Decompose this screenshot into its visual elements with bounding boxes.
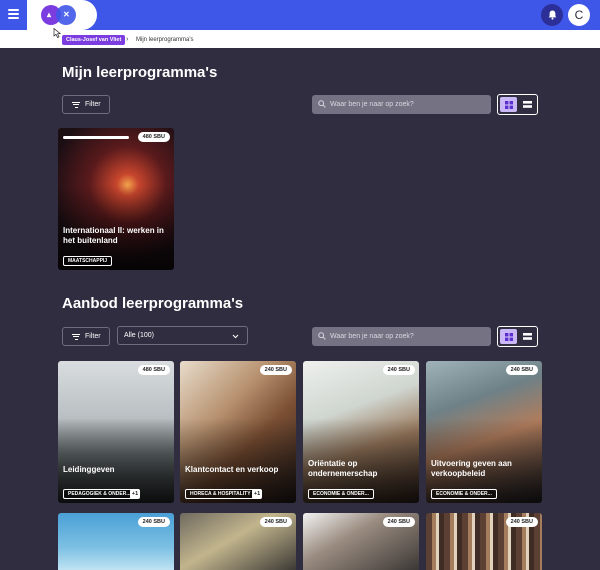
- filter-icon: [72, 100, 80, 109]
- breadcrumb: Claus-Josef van Vliet › Mijn leerprogram…: [0, 30, 600, 48]
- menu-icon[interactable]: [8, 9, 19, 19]
- category-tag: MAATSCHAPPIJ: [63, 256, 113, 266]
- program-card[interactable]: 480 SBU Internationaal II: werken in het…: [58, 128, 174, 270]
- filter-label: Filter: [85, 333, 101, 340]
- progress-bar: [63, 136, 129, 139]
- bell-icon[interactable]: [541, 4, 563, 26]
- sbu-badge: 240 SBU: [382, 517, 415, 527]
- sbu-badge: 240 SBU: [259, 517, 292, 527]
- more-tags-badge: +1: [252, 489, 262, 499]
- category-tag: ECONOMIE & ONDER...: [431, 489, 497, 499]
- offer-filter-button[interactable]: Filter: [62, 327, 110, 346]
- logo-icon[interactable]: ▴ ✕: [27, 0, 97, 30]
- breadcrumb-separator: ›: [126, 36, 129, 43]
- category-tag: HORECA & HOSPITALITY: [185, 489, 256, 499]
- cursor-icon: [53, 28, 62, 38]
- avatar[interactable]: C: [568, 4, 590, 26]
- program-card-title: Oriëntatie op ondernemerschap: [308, 459, 378, 478]
- filter-icon: [72, 332, 80, 341]
- program-card-title: Internationaal II: werken in het buitenl…: [63, 226, 164, 245]
- search-placeholder: Waar ben je naar op zoek?: [330, 101, 414, 108]
- my-programs-view-toggle: [497, 94, 538, 115]
- search-placeholder: Waar ben je naar op zoek?: [330, 333, 414, 340]
- grid-view-icon[interactable]: [500, 329, 517, 344]
- breadcrumb-user-chip[interactable]: Claus-Josef van Vliet: [62, 35, 126, 45]
- program-card[interactable]: 240 SBU: [58, 513, 174, 570]
- program-card[interactable]: 240 SBU: [303, 513, 419, 570]
- program-card-title: Leidinggeven: [63, 465, 115, 474]
- my-programs-search-input[interactable]: Waar ben je naar op zoek?: [312, 95, 491, 114]
- search-icon: [318, 100, 326, 108]
- program-card[interactable]: 240 SBU Oriëntatie op ondernemerschap EC…: [303, 361, 419, 503]
- program-card[interactable]: 240 SBU Klantcontact en verkoop HORECA &…: [180, 361, 296, 503]
- list-view-icon[interactable]: [519, 97, 536, 112]
- category-tag: ECONOMIE & ONDER...: [308, 489, 374, 499]
- sbu-badge: 240 SBU: [382, 365, 415, 375]
- offer-search-input[interactable]: Waar ben je naar op zoek?: [312, 327, 491, 346]
- program-card[interactable]: 480 SBU Leidinggeven PEDAGOGIEK & ONDER.…: [58, 361, 174, 503]
- offer-view-toggle: [497, 326, 538, 347]
- list-view-icon[interactable]: [519, 329, 536, 344]
- breadcrumb-current: Mijn leerprogramma's: [136, 37, 194, 43]
- program-card-title: Klantcontact en verkoop: [185, 465, 279, 474]
- select-value: Alle (100): [124, 332, 154, 339]
- program-card[interactable]: 240 SBU Uitvoering geven aan verkoopbele…: [426, 361, 542, 503]
- search-icon: [318, 332, 326, 340]
- more-tags-badge: +1: [130, 489, 140, 499]
- category-tag: PEDAGOGIEK & ONDER...: [63, 489, 136, 499]
- sbu-badge: 240 SBU: [505, 365, 538, 375]
- sbu-badge: 480 SBU: [137, 132, 170, 142]
- chevron-down-icon: [232, 334, 239, 339]
- offer-programs-title: Aanbod leerprogramma's: [62, 295, 244, 312]
- filter-label: Filter: [85, 101, 101, 108]
- sbu-badge: 240 SBU: [137, 517, 170, 527]
- program-card[interactable]: 240 SBU: [180, 513, 296, 570]
- sbu-badge: 240 SBU: [505, 517, 538, 527]
- top-navigation-bar: ▴ ✕ C: [0, 0, 600, 30]
- my-programs-title: Mijn leerprogramma's: [62, 64, 218, 81]
- offer-category-select[interactable]: Alle (100): [117, 326, 248, 345]
- program-card-title: Uitvoering geven aan verkoopbeleid: [431, 459, 512, 478]
- sbu-badge: 240 SBU: [259, 365, 292, 375]
- my-programs-filter-button[interactable]: Filter: [62, 95, 110, 114]
- program-card[interactable]: 240 SBU: [426, 513, 542, 570]
- sbu-badge: 480 SBU: [137, 365, 170, 375]
- grid-view-icon[interactable]: [500, 97, 517, 112]
